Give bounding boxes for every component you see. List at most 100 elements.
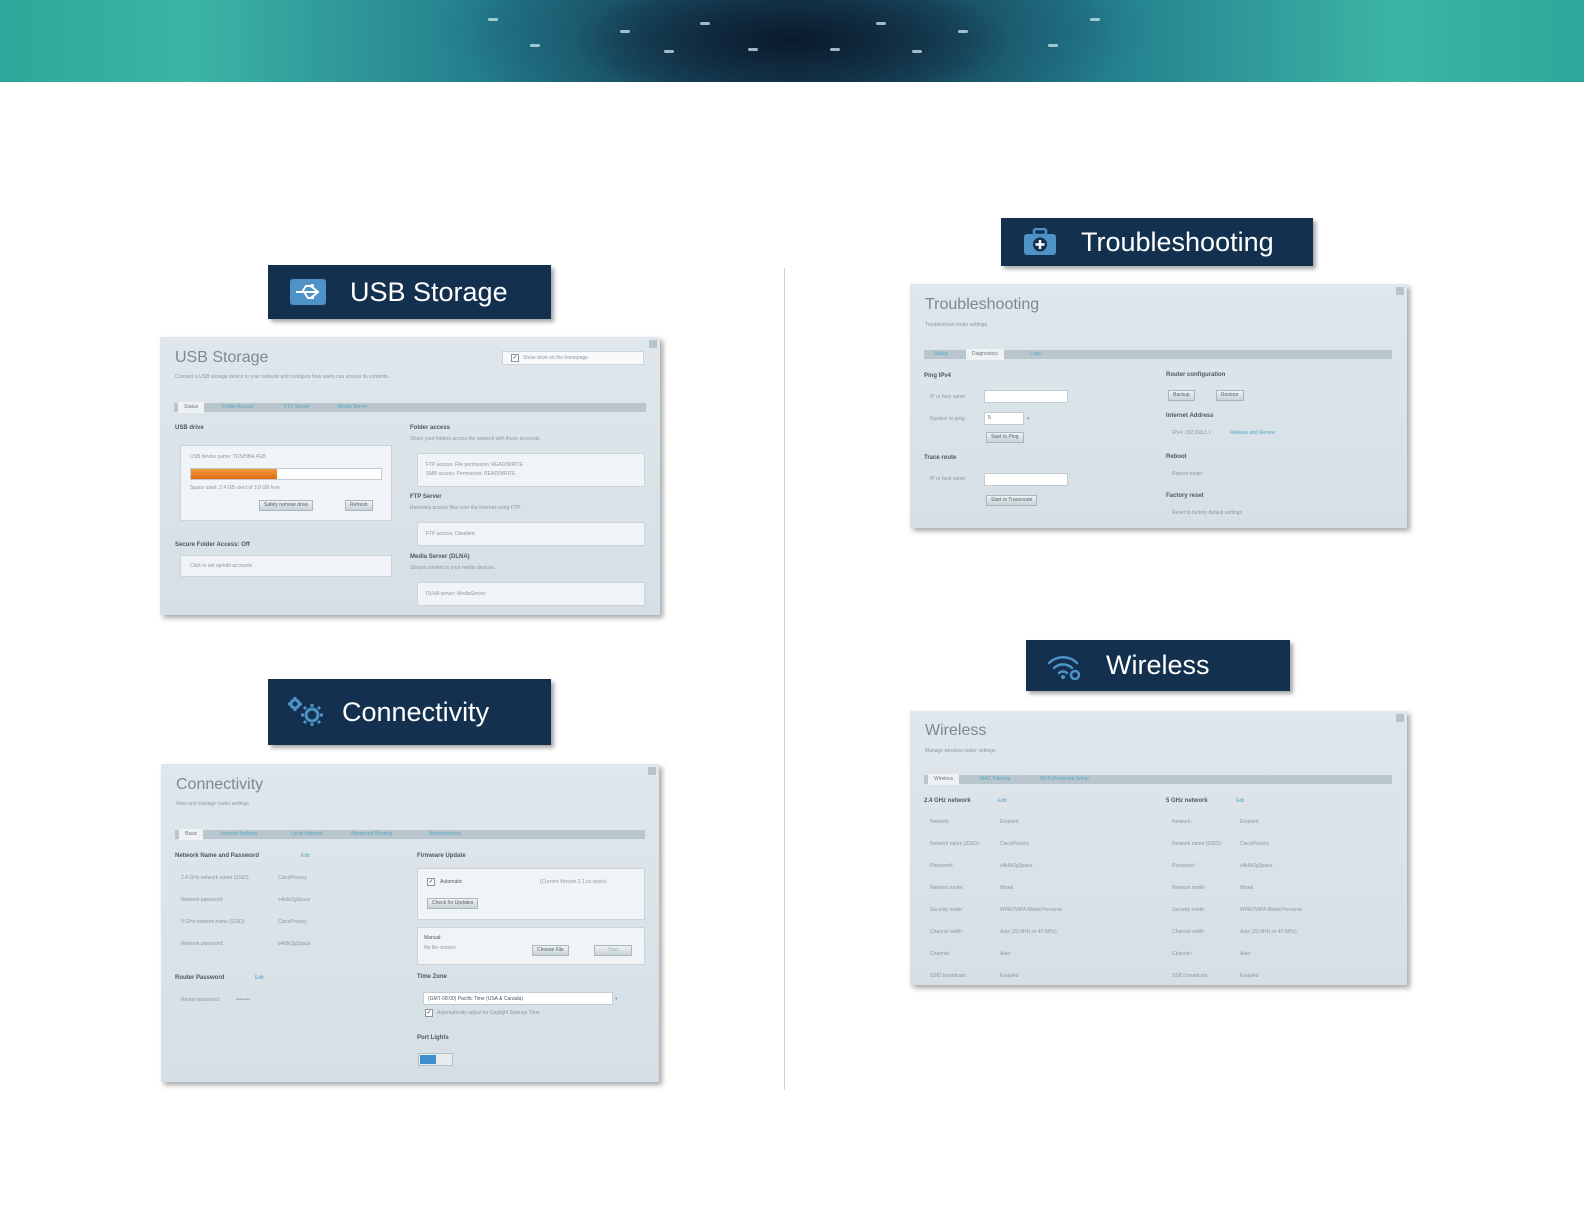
connectivity-panel-subtitle: View and manage router settings <box>176 801 250 807</box>
chevron-down-icon[interactable]: ▾ <box>1027 416 1030 422</box>
choose-file-button[interactable]: Choose File <box>532 945 569 956</box>
restore-button[interactable]: Restore <box>1216 390 1244 401</box>
tab-status[interactable]: Status <box>928 349 954 360</box>
setting-value: s4k6k3g3paux <box>278 897 311 903</box>
show-drive-label: Show drive on the homepage <box>523 355 589 361</box>
media-server-sub: Stream content to your media devices. <box>410 565 496 571</box>
start-button[interactable]: Start <box>594 945 632 956</box>
close-icon[interactable] <box>649 340 657 348</box>
start-traceroute-button[interactable]: Start to Traceroute <box>986 495 1038 506</box>
refresh-button[interactable]: Refresh <box>345 500 373 511</box>
setting-label: Network password: <box>181 897 224 903</box>
gears-icon <box>286 695 326 729</box>
wireless-tabbar: Wireless MAC Filtering Wi-Fi Protected S… <box>924 774 1392 785</box>
tab-basic[interactable]: Basic <box>179 829 204 840</box>
time-zone-select[interactable]: (GMT-08:00) Pacific Time (USA & Canada) <box>423 992 613 1005</box>
ping-ip-input[interactable] <box>984 390 1068 403</box>
tab-logs[interactable]: Logs <box>1024 349 1047 360</box>
start-ping-button[interactable]: Start to Ping <box>986 432 1024 443</box>
usb-storage-tag: USB Storage <box>268 265 551 319</box>
port-lights-toggle[interactable] <box>418 1053 453 1066</box>
checkbox-icon[interactable]: ✓ <box>425 1009 433 1017</box>
media-server-box[interactable]: DLNA server: MediaServer <box>417 582 645 606</box>
usb-icon <box>290 279 326 305</box>
release-renew-link[interactable]: Release and Renew <box>1230 430 1275 436</box>
tab-diagnostics[interactable]: Diagnostics <box>966 349 1004 360</box>
safely-remove-button[interactable]: Safely remove drive <box>259 500 314 511</box>
tab-administration[interactable]: Administration <box>423 829 467 840</box>
2g-edit-link[interactable]: Edit <box>998 798 1007 804</box>
firmware-auto-box: ✓ Automatic (Current Version 2.1.xx.xxxx… <box>417 868 645 920</box>
number-to-ping-value: 5 <box>988 415 991 421</box>
tab-local-network[interactable]: Local Network <box>285 829 329 840</box>
setting-value: WPA2/WPA Mixed Personal <box>1000 907 1062 913</box>
checkbox-icon[interactable]: ✓ <box>511 354 519 362</box>
time-zone-value: (GMT-08:00) Pacific Time (USA & Canada) <box>428 996 524 1002</box>
setting-label: Channel width: <box>1172 929 1206 935</box>
drive-space: Space used: 2.4 GB used of 3.8 GB free <box>190 485 280 491</box>
tab-internet-settings[interactable]: Internet Settings <box>215 829 263 840</box>
ftp-server-box[interactable]: FTP access: Disabled <box>417 522 645 546</box>
checkbox-icon[interactable]: ✓ <box>427 878 435 886</box>
close-icon[interactable] <box>648 767 656 775</box>
number-to-ping-input[interactable]: 5 <box>984 412 1024 425</box>
backup-button[interactable]: Backup <box>1168 390 1195 401</box>
tab-media-server[interactable]: Media Server <box>332 402 374 413</box>
setting-value: Auto (20 MHz or 40 MHz) <box>1240 929 1297 935</box>
setting-value: s4k6k3g3paux <box>278 941 311 947</box>
tab-advanced-routing[interactable]: Advanced Routing <box>345 829 398 840</box>
secure-folder-box[interactable]: Click to set up/edit accounts <box>180 555 392 577</box>
port-lights-heading: Port Lights <box>417 1035 449 1041</box>
setting-label: Channel: <box>930 951 951 957</box>
setting-label: SSID broadcast: <box>930 973 967 979</box>
chevron-down-icon[interactable]: ▾ <box>615 996 618 1002</box>
dst-label: Automatically adjust for Daylight Saving… <box>437 1010 540 1016</box>
tab-folder-access[interactable]: Folder Access <box>216 402 259 413</box>
show-drive-option[interactable]: ✓ Show drive on the homepage <box>502 351 644 365</box>
banner-sparkle <box>530 44 540 47</box>
close-icon[interactable] <box>1396 714 1404 722</box>
factory-reset-text[interactable]: Reset to factory default settings <box>1172 510 1242 516</box>
tab-wifi-protected-setup[interactable]: Wi-Fi Protected Setup <box>1034 774 1095 785</box>
network-name-heading: Network Name and Password <box>175 853 260 859</box>
tab-mac-filtering[interactable]: MAC Filtering <box>974 774 1016 785</box>
5g-network-heading: 5 GHz network <box>1166 798 1208 804</box>
network-edit-link[interactable]: Edit <box>301 853 310 859</box>
router-password-edit-link[interactable]: Edit <box>255 975 264 981</box>
reboot-heading: Reboot <box>1166 454 1187 460</box>
ip-host-label: IP or host name: <box>930 394 967 400</box>
router-password-heading: Router Password <box>175 975 225 981</box>
column-divider <box>784 268 785 1090</box>
setting-label: Network: <box>930 819 950 825</box>
banner-sparkle <box>664 50 674 53</box>
wireless-panel-subtitle: Manage wireless router settings <box>925 748 996 754</box>
connectivity-panel-title: Connectivity <box>176 776 264 793</box>
banner-sparkle <box>620 30 630 33</box>
setting-value: Auto <box>1000 951 1011 957</box>
setting-label: Network: <box>1172 819 1192 825</box>
factory-reset-heading: Factory reset <box>1166 493 1204 499</box>
tab-ftp-server[interactable]: FTP Server <box>278 402 315 413</box>
folder-access-sub: Share your folders across the network wi… <box>410 436 541 442</box>
router-password-value: •••••••• <box>236 997 251 1003</box>
internet-address-heading: Internet Address <box>1166 413 1214 419</box>
folder-access-box[interactable]: FTP access: File permission: READ/WRITE … <box>417 453 645 487</box>
setting-value: CiscoPrivacy <box>278 875 307 881</box>
tab-status[interactable]: Status <box>178 402 205 413</box>
reboot-text[interactable]: Reboot router <box>1172 471 1203 477</box>
setting-label: Channel: <box>1172 951 1193 957</box>
5g-edit-link[interactable]: Edit <box>1236 798 1245 804</box>
troubleshooting-tag: Troubleshooting <box>1001 218 1313 266</box>
troubleshooting-tabbar: Status Diagnostics Logs <box>924 349 1392 360</box>
check-updates-button[interactable]: Check for Updates <box>427 898 479 909</box>
close-icon[interactable] <box>1396 287 1404 295</box>
trace-ip-input[interactable] <box>984 473 1068 486</box>
tab-wireless[interactable]: Wireless <box>928 774 960 785</box>
setting-value: Auto (20 MHz or 40 MHz) <box>1000 929 1057 935</box>
router-configuration-heading: Router configuration <box>1166 372 1226 378</box>
current-firmware-version: (Current Version 2.1.xx.xxxxx) <box>540 879 607 885</box>
usb-drive-box: USB device name: TOSHIBA 4GB Space used:… <box>180 445 392 521</box>
secure-folder-text: Click to set up/edit accounts <box>190 563 253 569</box>
automatic-label: Automatic <box>440 879 463 885</box>
2g-network-heading: 2.4 GHz network <box>924 798 971 804</box>
